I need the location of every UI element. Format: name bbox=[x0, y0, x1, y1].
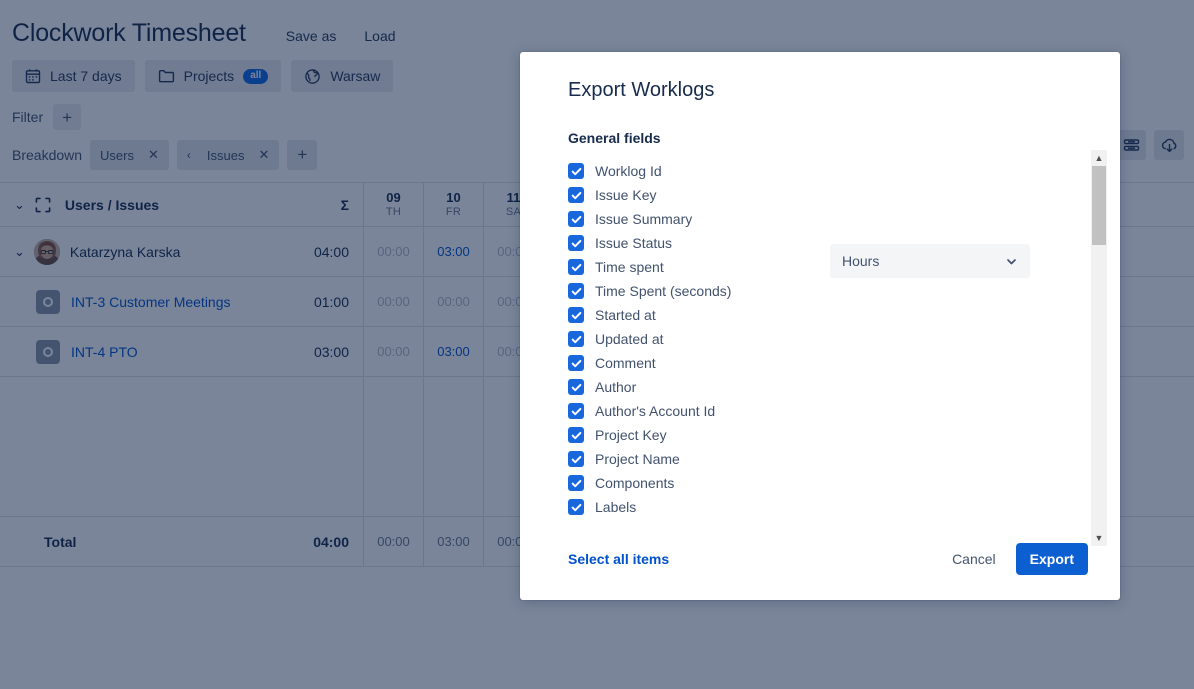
chevron-down-icon bbox=[1005, 255, 1018, 268]
checkbox-checked-icon[interactable] bbox=[568, 499, 584, 515]
scroll-up-icon[interactable]: ▲ bbox=[1095, 150, 1104, 166]
field-row-author[interactable]: Author bbox=[568, 375, 1120, 399]
field-label: Time Spent (seconds) bbox=[595, 283, 731, 299]
field-row-project-key[interactable]: Project Key bbox=[568, 423, 1120, 447]
dialog-actions: Cancel Export bbox=[940, 543, 1088, 575]
field-label: Issue Key bbox=[595, 187, 656, 203]
checkbox-checked-icon[interactable] bbox=[568, 403, 584, 419]
checkbox-checked-icon[interactable] bbox=[568, 379, 584, 395]
scrollbar-thumb[interactable] bbox=[1092, 166, 1106, 245]
checkbox-checked-icon[interactable] bbox=[568, 259, 584, 275]
time-unit-value: Hours bbox=[842, 253, 879, 269]
export-worklogs-dialog: Export Worklogs General fields Worklog I… bbox=[520, 52, 1120, 600]
field-row-comment[interactable]: Comment bbox=[568, 351, 1120, 375]
field-row-authors-account-id[interactable]: Author's Account Id bbox=[568, 399, 1120, 423]
fields-scrollbar[interactable]: ▲ ▼ bbox=[1091, 150, 1107, 546]
dialog-footer: Select all items Cancel Export bbox=[520, 518, 1120, 600]
field-row-worklog-id[interactable]: Worklog Id bbox=[568, 159, 1120, 183]
time-unit-select[interactable]: Hours bbox=[830, 244, 1030, 278]
select-all-items-link[interactable]: Select all items bbox=[568, 551, 669, 567]
general-fields-label: General fields bbox=[520, 102, 1120, 146]
field-row-updated-at[interactable]: Updated at bbox=[568, 327, 1120, 351]
checkbox-checked-icon[interactable] bbox=[568, 475, 584, 491]
field-label: Project Key bbox=[595, 427, 667, 443]
checkbox-checked-icon[interactable] bbox=[568, 331, 584, 347]
field-row-project-name[interactable]: Project Name bbox=[568, 447, 1120, 471]
checkbox-checked-icon[interactable] bbox=[568, 283, 584, 299]
field-label: Author bbox=[595, 379, 636, 395]
cancel-button[interactable]: Cancel bbox=[940, 544, 1008, 574]
export-button[interactable]: Export bbox=[1016, 543, 1088, 575]
field-label: Comment bbox=[595, 355, 656, 371]
field-label: Issue Summary bbox=[595, 211, 692, 227]
field-label: Worklog Id bbox=[595, 163, 662, 179]
checkbox-checked-icon[interactable] bbox=[568, 427, 584, 443]
scrollbar-track[interactable] bbox=[1091, 166, 1107, 530]
field-row-components[interactable]: Components bbox=[568, 471, 1120, 495]
field-label: Components bbox=[595, 475, 674, 491]
checkbox-checked-icon[interactable] bbox=[568, 163, 584, 179]
field-label: Project Name bbox=[595, 451, 680, 467]
dialog-title: Export Worklogs bbox=[520, 52, 1120, 102]
checkbox-checked-icon[interactable] bbox=[568, 355, 584, 371]
field-label: Started at bbox=[595, 307, 656, 323]
checkbox-checked-icon[interactable] bbox=[568, 235, 584, 251]
field-row-started-at[interactable]: Started at bbox=[568, 303, 1120, 327]
fields-area: Worklog Id Issue Key Issue Summary Issue… bbox=[520, 159, 1120, 439]
general-fields-list: Worklog Id Issue Key Issue Summary Issue… bbox=[520, 159, 1120, 519]
field-label: Author's Account Id bbox=[595, 403, 715, 419]
field-label: Labels bbox=[595, 499, 636, 515]
checkbox-checked-icon[interactable] bbox=[568, 187, 584, 203]
field-row-issue-summary[interactable]: Issue Summary bbox=[568, 207, 1120, 231]
checkbox-checked-icon[interactable] bbox=[568, 307, 584, 323]
field-row-issue-key[interactable]: Issue Key bbox=[568, 183, 1120, 207]
checkbox-checked-icon[interactable] bbox=[568, 451, 584, 467]
field-label: Issue Status bbox=[595, 235, 672, 251]
field-label: Time spent bbox=[595, 259, 664, 275]
field-row-time-spent-seconds[interactable]: Time Spent (seconds) bbox=[568, 279, 1120, 303]
field-row-labels[interactable]: Labels bbox=[568, 495, 1120, 519]
field-label: Updated at bbox=[595, 331, 664, 347]
checkbox-checked-icon[interactable] bbox=[568, 211, 584, 227]
